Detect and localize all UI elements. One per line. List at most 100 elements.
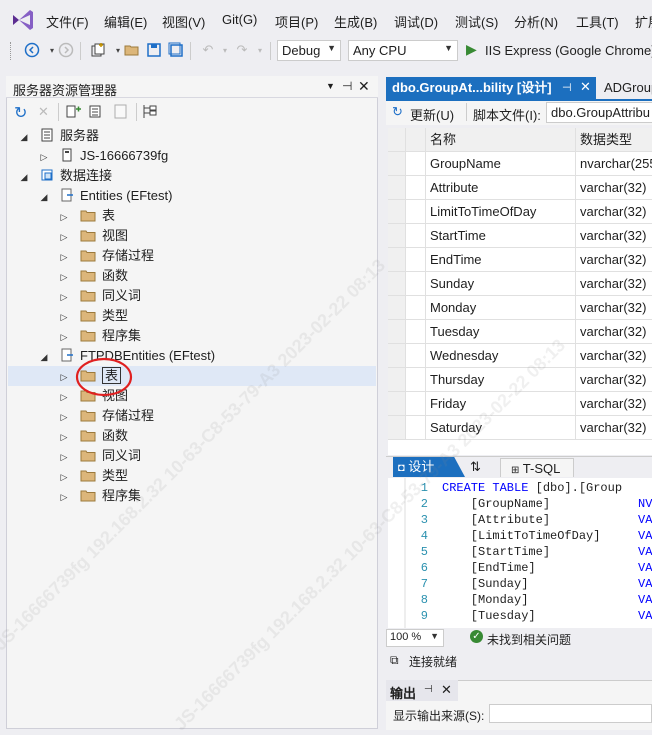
column-type-cell[interactable]: varchar(32) [576, 272, 652, 296]
open-folder-icon[interactable] [122, 40, 142, 60]
row-selector[interactable] [388, 296, 406, 320]
menu-git[interactable]: Git(G) [222, 12, 257, 27]
column-header-type[interactable]: 数据类型 [576, 128, 652, 152]
menu-tools[interactable]: 工具(T) [576, 12, 619, 31]
column-name-cell[interactable]: Monday [426, 296, 576, 320]
update-icon[interactable]: ↻ [392, 104, 403, 120]
row-key-cell[interactable] [406, 416, 426, 440]
row-key-cell[interactable] [406, 272, 426, 296]
row-key-cell[interactable] [406, 248, 426, 272]
update-button[interactable]: 更新(U) [410, 105, 454, 124]
row-selector[interactable] [388, 272, 406, 296]
table-row[interactable]: GroupName nvarchar(255 [388, 152, 652, 176]
column-type-cell[interactable]: varchar(32) [576, 224, 652, 248]
back-icon[interactable] [22, 40, 42, 60]
row-selector[interactable] [388, 416, 406, 440]
close-icon[interactable]: ✕ [441, 682, 452, 698]
expand-icon[interactable]: ▷ [58, 487, 70, 507]
menu-edit[interactable]: 编辑(E) [104, 12, 147, 31]
redo-icon[interactable]: ↷ [232, 40, 252, 60]
row-key-cell[interactable] [406, 224, 426, 248]
menu-extensions[interactable]: 扩展 [635, 12, 652, 31]
tree-item[interactable]: ▷ 程序集 [8, 326, 376, 346]
row-selector[interactable] [388, 320, 406, 344]
menu-analyze[interactable]: 分析(N) [514, 12, 558, 31]
redo-dropdown-icon[interactable]: ▾ [250, 40, 270, 60]
table-row[interactable]: Monday varchar(32) [388, 296, 652, 320]
expand-icon[interactable]: ▷ [58, 407, 70, 427]
solution-config-select[interactable]: Debug ▼ [277, 40, 341, 61]
collapse-icon[interactable]: ◢ [38, 187, 50, 207]
column-name-cell[interactable]: StartTime [426, 224, 576, 248]
close-icon[interactable]: ✕ [358, 78, 370, 95]
tab-adgroup[interactable]: ADGroup [598, 77, 652, 99]
run-icon[interactable]: ▶ [466, 41, 477, 58]
script-file-select[interactable]: dbo.GroupAttribu [546, 102, 652, 123]
save-all-icon[interactable] [166, 40, 186, 60]
column-header-name[interactable]: 名称 [426, 128, 576, 152]
run-target-label[interactable]: IIS Express (Google Chrome) [485, 43, 652, 58]
tree-item[interactable]: ◢ FTPDBEntities (EFtest) [8, 346, 376, 366]
row-selector[interactable] [388, 368, 406, 392]
pin-icon[interactable]: ⊣ [424, 684, 433, 695]
column-type-cell[interactable]: varchar(32) [576, 344, 652, 368]
refresh-icon[interactable]: ↻ [14, 103, 27, 123]
table-row[interactable]: Saturday varchar(32) [388, 416, 652, 440]
save-icon[interactable] [144, 40, 164, 60]
tree-item[interactable]: ◢ 服务器 [8, 126, 376, 146]
row-selector[interactable] [388, 344, 406, 368]
tree-item[interactable]: ▷ 存储过程 [8, 246, 376, 266]
pin-icon[interactable]: ⊣ [562, 81, 572, 94]
row-selector[interactable] [388, 248, 406, 272]
row-key-cell[interactable] [406, 320, 426, 344]
column-type-cell[interactable]: varchar(32) [576, 320, 652, 344]
collapse-icon[interactable]: ◢ [38, 347, 50, 367]
row-header[interactable] [406, 128, 426, 152]
connect-database-icon[interactable] [66, 103, 83, 123]
table-row[interactable]: Attribute varchar(32) [388, 176, 652, 200]
row-selector[interactable] [388, 176, 406, 200]
expand-icon[interactable]: ▷ [58, 367, 70, 387]
tree-item[interactable]: ▷ 函数 [8, 266, 376, 286]
row-key-cell[interactable] [406, 368, 426, 392]
column-type-cell[interactable]: nvarchar(255 [576, 152, 652, 176]
tab-design[interactable]: ◘ 设计 [393, 457, 465, 477]
menu-test[interactable]: 测试(S) [455, 12, 498, 31]
tree-item[interactable]: ▷ 类型 [8, 466, 376, 486]
forward-icon[interactable] [56, 40, 76, 60]
close-icon[interactable]: ✕ [580, 79, 591, 95]
menu-build[interactable]: 生成(B) [334, 12, 377, 31]
menu-view[interactable]: 视图(V) [162, 12, 205, 31]
column-type-cell[interactable]: varchar(32) [576, 416, 652, 440]
swap-panes-icon[interactable]: ⇅ [470, 459, 481, 475]
tree-item[interactable]: ◢ 数据连接 [8, 166, 376, 186]
column-type-cell[interactable]: varchar(32) [576, 368, 652, 392]
new-project-icon[interactable] [88, 40, 108, 60]
row-key-cell[interactable] [406, 200, 426, 224]
tree-item[interactable]: ▷ 程序集 [8, 486, 376, 506]
menu-project[interactable]: 项目(P) [275, 12, 318, 31]
filter-icon[interactable] [142, 103, 159, 123]
panel-menu-icon[interactable]: ▼ [326, 81, 335, 91]
row-key-cell[interactable] [406, 152, 426, 176]
column-name-cell[interactable]: Wednesday [426, 344, 576, 368]
connect-server-icon[interactable] [89, 103, 106, 123]
row-key-cell[interactable] [406, 392, 426, 416]
column-name-cell[interactable]: Saturday [426, 416, 576, 440]
expand-icon[interactable]: ▷ [58, 247, 70, 267]
expand-icon[interactable]: ▷ [58, 467, 70, 487]
expand-icon[interactable]: ▷ [58, 207, 70, 227]
column-name-cell[interactable]: Tuesday [426, 320, 576, 344]
expand-icon[interactable]: ▷ [38, 147, 50, 167]
column-type-cell[interactable]: varchar(32) [576, 176, 652, 200]
row-selector[interactable] [388, 392, 406, 416]
column-type-cell[interactable]: varchar(32) [576, 296, 652, 320]
column-name-cell[interactable]: EndTime [426, 248, 576, 272]
tree-item[interactable]: ▷ 视图 [8, 386, 376, 406]
row-selector[interactable] [388, 224, 406, 248]
column-type-cell[interactable]: varchar(32) [576, 248, 652, 272]
column-type-cell[interactable]: varchar(32) [576, 200, 652, 224]
zoom-select[interactable]: 100 % ▼ [386, 629, 444, 647]
row-key-cell[interactable] [406, 176, 426, 200]
tree-item[interactable]: ▷ 表 [8, 366, 376, 386]
